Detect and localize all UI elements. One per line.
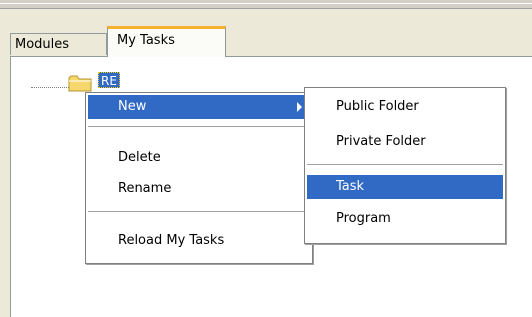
menu-separator — [88, 126, 310, 127]
submenu-item-public-folder-label: Public Folder — [336, 99, 419, 114]
menu-separator — [88, 211, 310, 212]
submenu-item-task[interactable]: Task — [307, 175, 503, 199]
folder-icon — [68, 75, 92, 92]
menu-item-reload-label: Reload My Tasks — [118, 233, 225, 248]
submenu-item-public-folder[interactable]: Public Folder — [307, 95, 503, 119]
window-top-border — [0, 0, 532, 9]
menu-item-reload-my-tasks[interactable]: Reload My Tasks — [88, 229, 310, 253]
menu-item-delete-label: Delete — [118, 150, 161, 165]
new-submenu: Public Folder Private Folder Task Progra… — [304, 87, 506, 244]
submenu-arrow-icon — [297, 102, 302, 112]
menu-item-new[interactable]: New — [88, 95, 310, 119]
tree-connector — [31, 87, 69, 88]
menu-item-new-label: New — [118, 99, 147, 114]
tab-my-tasks[interactable]: My Tasks — [107, 26, 226, 57]
tab-modules[interactable]: Modules — [10, 33, 107, 55]
submenu-item-private-folder-label: Private Folder — [336, 134, 426, 149]
submenu-item-program-label: Program — [336, 211, 391, 226]
menu-item-delete[interactable]: Delete — [88, 146, 310, 170]
tree-node-label[interactable]: RE — [98, 72, 120, 88]
context-menu: New Delete Rename Reload My Tasks — [85, 92, 313, 264]
submenu-item-program[interactable]: Program — [307, 207, 503, 231]
tab-my-tasks-label: My Tasks — [117, 33, 175, 48]
menu-item-rename-label: Rename — [118, 181, 172, 196]
tab-strip: Modules My Tasks — [10, 26, 532, 57]
submenu-separator — [307, 164, 503, 165]
submenu-item-private-folder[interactable]: Private Folder — [307, 130, 503, 154]
menu-item-rename[interactable]: Rename — [88, 177, 310, 201]
submenu-item-task-label: Task — [336, 179, 365, 194]
tab-modules-label: Modules — [15, 37, 70, 52]
